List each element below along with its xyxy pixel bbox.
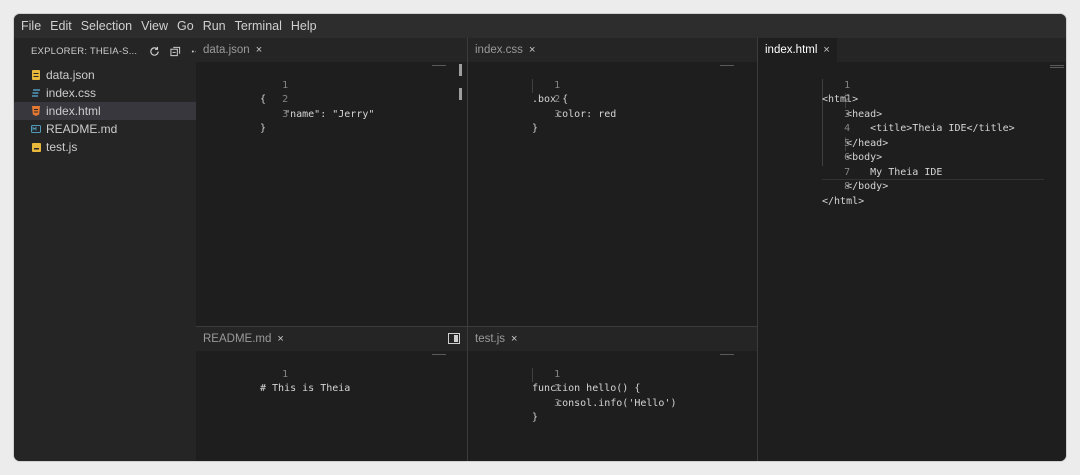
code-line: 7 </body> xyxy=(758,151,1066,193)
menu-file[interactable]: File xyxy=(21,19,41,33)
open-preview-icon[interactable] xyxy=(448,333,460,344)
file-name: data.json xyxy=(46,68,95,82)
tab-bar: index.css × xyxy=(468,38,757,62)
file-item-test-js[interactable]: test.js xyxy=(14,138,196,156)
tab-test-js[interactable]: test.js × xyxy=(468,327,524,351)
menu-selection[interactable]: Selection xyxy=(81,19,132,33)
code-line: 8 </html> xyxy=(758,166,1066,207)
tab-label: data.json xyxy=(203,44,250,56)
line-number: 1 xyxy=(282,368,289,380)
code-text: } xyxy=(532,123,539,134)
tab-readme-md[interactable]: README.md × xyxy=(196,327,291,351)
code-line: 1 { xyxy=(196,64,467,106)
refresh-icon[interactable] xyxy=(149,46,160,57)
js-file-icon xyxy=(31,141,41,153)
code-line: 2 "name": "Jerry" xyxy=(196,79,467,120)
code-line: 1 function hello() { xyxy=(468,353,757,395)
line-number: 8 xyxy=(844,181,851,192)
code-editor[interactable]: 1 # This is Theia xyxy=(196,351,467,461)
tab-data-json[interactable]: data.json × xyxy=(196,38,269,62)
code-text: </html> xyxy=(822,195,865,207)
line-number: 3 xyxy=(282,108,289,120)
menu-bar: File Edit Selection View Go Run Terminal… xyxy=(14,14,1066,38)
line-number: 3 xyxy=(554,397,561,409)
file-item-index-html[interactable]: index.html xyxy=(14,102,196,120)
menu-help[interactable]: Help xyxy=(291,19,317,33)
file-name: index.html xyxy=(46,104,101,118)
code-line: 3 } xyxy=(468,93,757,135)
html-file-icon xyxy=(31,105,41,117)
file-item-index-css[interactable]: index.css xyxy=(14,84,196,102)
code-line: 2 color: red xyxy=(468,79,757,120)
code-line: 6 My Theia IDE xyxy=(758,137,1066,178)
tab-bar: test.js × xyxy=(468,327,757,351)
menu-terminal[interactable]: Terminal xyxy=(235,19,282,33)
editor-pane-readme-md: README.md × 1 # This is Theia xyxy=(196,327,467,461)
explorer-title: EXPLORER: THEIA-S... xyxy=(31,45,138,57)
code-line: 3 } xyxy=(196,93,467,135)
code-editor[interactable]: 1 <html> 2 <head> 3 <title>Theia IDE</ti… xyxy=(758,62,1066,461)
editor-pane-test-js: test.js × 1 function hello() { 2 consol.… xyxy=(468,327,757,461)
file-name: test.js xyxy=(46,140,78,154)
editor-pane-index-html: index.html × 1 <html> 2 <head> 3 <title>… xyxy=(758,38,1066,461)
code-line: 2 consol.info('Hello') xyxy=(468,368,757,409)
tab-bar: index.html × xyxy=(758,38,1066,62)
menu-run[interactable]: Run xyxy=(203,19,226,33)
code-editor[interactable]: 1 { 2 "name": "Jerry" 3 } xyxy=(196,62,467,326)
code-text: } xyxy=(260,123,267,134)
code-editor[interactable]: 1 function hello() { 2 consol.info('Hell… xyxy=(468,351,757,461)
file-name: index.css xyxy=(46,86,97,100)
menu-view[interactable]: View xyxy=(141,19,168,33)
code-line: 1 <html> xyxy=(758,64,1066,106)
code-editor[interactable]: 1 .box { 2 color: red 3 } xyxy=(468,62,757,326)
explorer-header: EXPLORER: THEIA-S... xyxy=(14,38,202,64)
file-name: README.md xyxy=(46,122,118,136)
file-item-data-json[interactable]: data.json xyxy=(14,66,196,84)
code-line: 5 <body> xyxy=(758,122,1066,164)
code-line: 2 <head> xyxy=(758,79,1066,120)
close-icon[interactable]: × xyxy=(277,333,283,345)
explorer-sidebar: EXPLORER: THEIA-S... data.json index.css… xyxy=(14,38,202,461)
ide-window: File Edit Selection View Go Run Terminal… xyxy=(14,14,1066,461)
tab-label: README.md xyxy=(203,333,272,345)
line-number: 3 xyxy=(554,108,561,120)
code-line: 3 } xyxy=(468,382,757,424)
menu-edit[interactable]: Edit xyxy=(50,19,72,33)
json-file-icon xyxy=(31,69,41,81)
collapse-all-icon[interactable] xyxy=(170,46,181,57)
code-line: 3 <title>Theia IDE</title> xyxy=(758,93,1066,135)
menu-go[interactable]: Go xyxy=(177,19,194,33)
close-icon[interactable]: × xyxy=(529,44,535,56)
code-text: } xyxy=(532,412,539,423)
editor-pane-data-json: data.json × 1 { 2 "name": "Jerry" 3 } xyxy=(196,38,467,326)
file-item-readme-md[interactable]: README.md xyxy=(14,120,196,138)
code-line: 1 .box { xyxy=(468,64,757,106)
tab-bar: data.json × xyxy=(196,38,467,62)
tab-label: index.html xyxy=(765,44,818,56)
code-line: 1 # This is Theia xyxy=(196,353,467,395)
tab-index-html[interactable]: index.html × xyxy=(758,38,837,62)
tab-label: index.css xyxy=(475,44,523,56)
close-icon[interactable]: × xyxy=(511,333,517,345)
tab-index-css[interactable]: index.css × xyxy=(468,38,542,62)
code-line: 4 </head> xyxy=(758,108,1066,149)
close-icon[interactable]: × xyxy=(823,44,829,56)
tab-label: test.js xyxy=(475,333,506,345)
file-tree: data.json index.css index.html README.md xyxy=(14,66,196,156)
editor-pane-index-css: index.css × 1 .box { 2 color: red 3 } xyxy=(468,38,757,326)
close-icon[interactable]: × xyxy=(256,44,262,56)
tab-bar: README.md × xyxy=(196,327,467,351)
markdown-file-icon xyxy=(31,123,41,135)
code-text: # This is Theia xyxy=(260,383,351,394)
css-file-icon xyxy=(31,87,41,99)
